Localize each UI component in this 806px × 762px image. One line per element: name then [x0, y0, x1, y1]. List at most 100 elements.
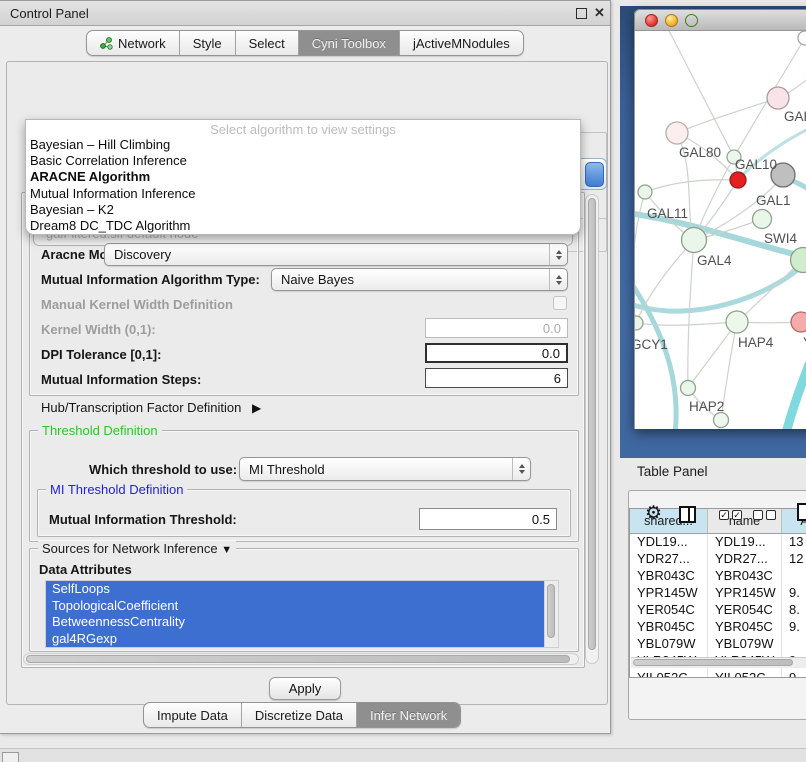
network-canvas[interactable]: GAL8GAL80GAL10GAL1GAL11SWI4GAL4GCY1HAP4Y… — [634, 31, 806, 429]
column-header-1[interactable]: shared... — [630, 509, 708, 533]
minimize-traffic-light-icon[interactable] — [665, 14, 678, 27]
node-gal4[interactable] — [682, 228, 707, 253]
table-row[interactable]: YBL079WYBL079W — [630, 636, 806, 653]
node-salmon[interactable] — [791, 312, 806, 332]
settings-hscrollbar[interactable] — [23, 653, 579, 665]
table-cell: 8. — [782, 602, 806, 619]
data-attributes-items: SelfLoopsTopologicalCoefficientBetweenne… — [46, 581, 544, 647]
unchecked-box-icon[interactable] — [766, 510, 776, 520]
mi-steps-field[interactable]: 6 — [425, 368, 568, 388]
manual-kernel-checkbox[interactable] — [553, 296, 567, 310]
mi-type-label: Mutual Information Algorithm Type: — [41, 272, 260, 287]
sources-group-title: Sources for Network Inference ▼ — [38, 541, 236, 556]
data-attribute-item[interactable]: gal4RGexp — [46, 631, 544, 648]
table-cell: YBR043C — [630, 568, 708, 585]
data-attribute-item[interactable]: TopologicalCoefficient — [46, 598, 544, 615]
node-label: SWI4 — [764, 231, 797, 246]
collapsed-panel-handle[interactable] — [2, 752, 19, 762]
node-hap2[interactable] — [681, 381, 696, 396]
table-cell: YDR27... — [708, 551, 782, 568]
table-row[interactable]: YIL052CYIL052C9 — [630, 670, 806, 678]
tab-label: Discretize Data — [255, 708, 343, 723]
apply-button[interactable]: Apply — [269, 677, 341, 700]
mi-type-combo[interactable]: Naive Bayes — [271, 268, 568, 291]
table-row[interactable]: YER054CYER054C8. — [630, 602, 806, 619]
algorithm-option[interactable]: Bayesian – K2 — [30, 202, 580, 218]
control-panel-titlebar[interactable]: Control Panel ✕ — [0, 1, 610, 26]
network-edge — [677, 98, 778, 133]
gear-icon[interactable]: ⚙ — [645, 504, 662, 523]
node-label: GCY1 — [635, 337, 668, 352]
data-attribute-item[interactable]: SelfLoops — [46, 581, 544, 598]
settings-scrollbar-thumb[interactable] — [588, 198, 596, 650]
algorithm-option[interactable]: Basic Correlation Inference — [30, 153, 580, 169]
table-cell: YPR145W — [630, 585, 708, 602]
tab-cyni-toolbox[interactable]: Cyni Toolbox — [299, 31, 400, 55]
network-view-window[interactable]: GAL8GAL80GAL10GAL1GAL11SWI4GAL4GCY1HAP4Y… — [634, 9, 806, 429]
node-gal1[interactable] — [753, 210, 772, 229]
network-window-titlebar[interactable] — [634, 9, 806, 31]
table-hscrollbar-thumb[interactable] — [633, 659, 793, 666]
algorithm-option[interactable]: Bayesian – Hill Climbing — [30, 137, 580, 153]
algorithm-option[interactable]: ARACNE Algorithm — [30, 169, 580, 185]
node-hap4[interactable] — [726, 311, 748, 333]
data-attribute-item[interactable]: BetweennessCentrality — [46, 614, 544, 631]
mi-threshold-field[interactable]: 0.5 — [419, 508, 557, 530]
which-threshold-combo[interactable]: MI Threshold — [239, 457, 531, 481]
tab-select[interactable]: Select — [236, 31, 299, 55]
expanded-arrow-icon[interactable]: ▼ — [221, 544, 232, 556]
close-icon[interactable]: ✕ — [594, 5, 605, 21]
aracne-mode-combo[interactable]: Discovery — [104, 243, 568, 266]
tab-jactivemnodules[interactable]: jActiveMNodules — [400, 31, 523, 55]
table-row[interactable]: YDR27...YDR27...12 — [630, 551, 806, 568]
tab-network[interactable]: Network — [87, 31, 180, 55]
data-attributes-list: SelfLoopsTopologicalCoefficientBetweenne… — [45, 580, 559, 648]
node-gal11[interactable] — [638, 185, 652, 199]
table-cell: YER054C — [708, 602, 782, 619]
table-row[interactable]: YBR043CYBR043C — [630, 568, 806, 585]
table-hscrollbar[interactable] — [631, 657, 806, 668]
float-window-icon[interactable] — [576, 8, 587, 19]
network-edge — [635, 277, 676, 429]
tab-discretize-data[interactable]: Discretize Data — [242, 703, 357, 727]
network-edge — [635, 263, 805, 311]
table-cell: YER054C — [630, 602, 708, 619]
aracne-mode-value: Discovery — [114, 247, 171, 262]
collapsed-arrow-icon[interactable]: ▶ — [252, 401, 261, 415]
table-panel-title: Table Panel — [637, 464, 708, 479]
dpi-tolerance-field[interactable]: 0.0 — [425, 343, 568, 363]
settings-scrollbar[interactable] — [585, 194, 599, 664]
attributes-list-scrollbar[interactable] — [544, 581, 558, 647]
network-edge — [688, 240, 694, 388]
hub-definition-toggle[interactable]: Hub/Transcription Factor Definition ▶ — [41, 400, 261, 415]
zoom-traffic-light-icon[interactable] — [685, 14, 698, 27]
node-gal8[interactable] — [767, 87, 789, 109]
tab-infer-network[interactable]: Infer Network — [357, 703, 460, 727]
kernel-width-field[interactable]: 0.0 — [425, 318, 568, 338]
node-label: GAL11 — [647, 206, 688, 221]
checked-box-icon[interactable]: ✓ — [732, 510, 742, 520]
new-table-icon[interactable] — [797, 503, 806, 521]
node-label: GAL80 — [679, 145, 721, 160]
node-top-right[interactable] — [798, 31, 806, 45]
algorithm-combo-spinner-icon[interactable] — [585, 162, 604, 187]
node-gal80[interactable] — [666, 122, 688, 144]
unchecked-box-icon[interactable] — [753, 510, 763, 520]
tab-impute-data[interactable]: Impute Data — [144, 703, 242, 727]
close-traffic-light-icon[interactable] — [645, 14, 658, 27]
column-layout-icon[interactable] — [679, 506, 696, 523]
tab-style[interactable]: Style — [180, 31, 236, 55]
checked-box-icon[interactable]: ✓ — [719, 510, 729, 520]
node-red[interactable] — [730, 172, 746, 188]
node-gcy1[interactable] — [635, 316, 643, 330]
node-bottom[interactable] — [714, 413, 729, 428]
algorithm-option[interactable]: Mutual Information Inference — [30, 186, 580, 202]
table-row[interactable]: YPR145WYPR145W9. — [630, 585, 806, 602]
table-row[interactable]: YBR045CYBR045C9. — [630, 619, 806, 636]
table-row[interactable]: YDL19...YDL19...13 — [630, 534, 806, 551]
network-tab-icon — [100, 37, 113, 50]
algorithm-option[interactable]: Dream8 DC_TDC Algorithm — [30, 218, 580, 234]
attributes-list-scrollbar-thumb[interactable] — [547, 584, 555, 638]
tab-label: Style — [193, 36, 222, 51]
settings-hscrollbar-thumb[interactable] — [26, 655, 570, 663]
